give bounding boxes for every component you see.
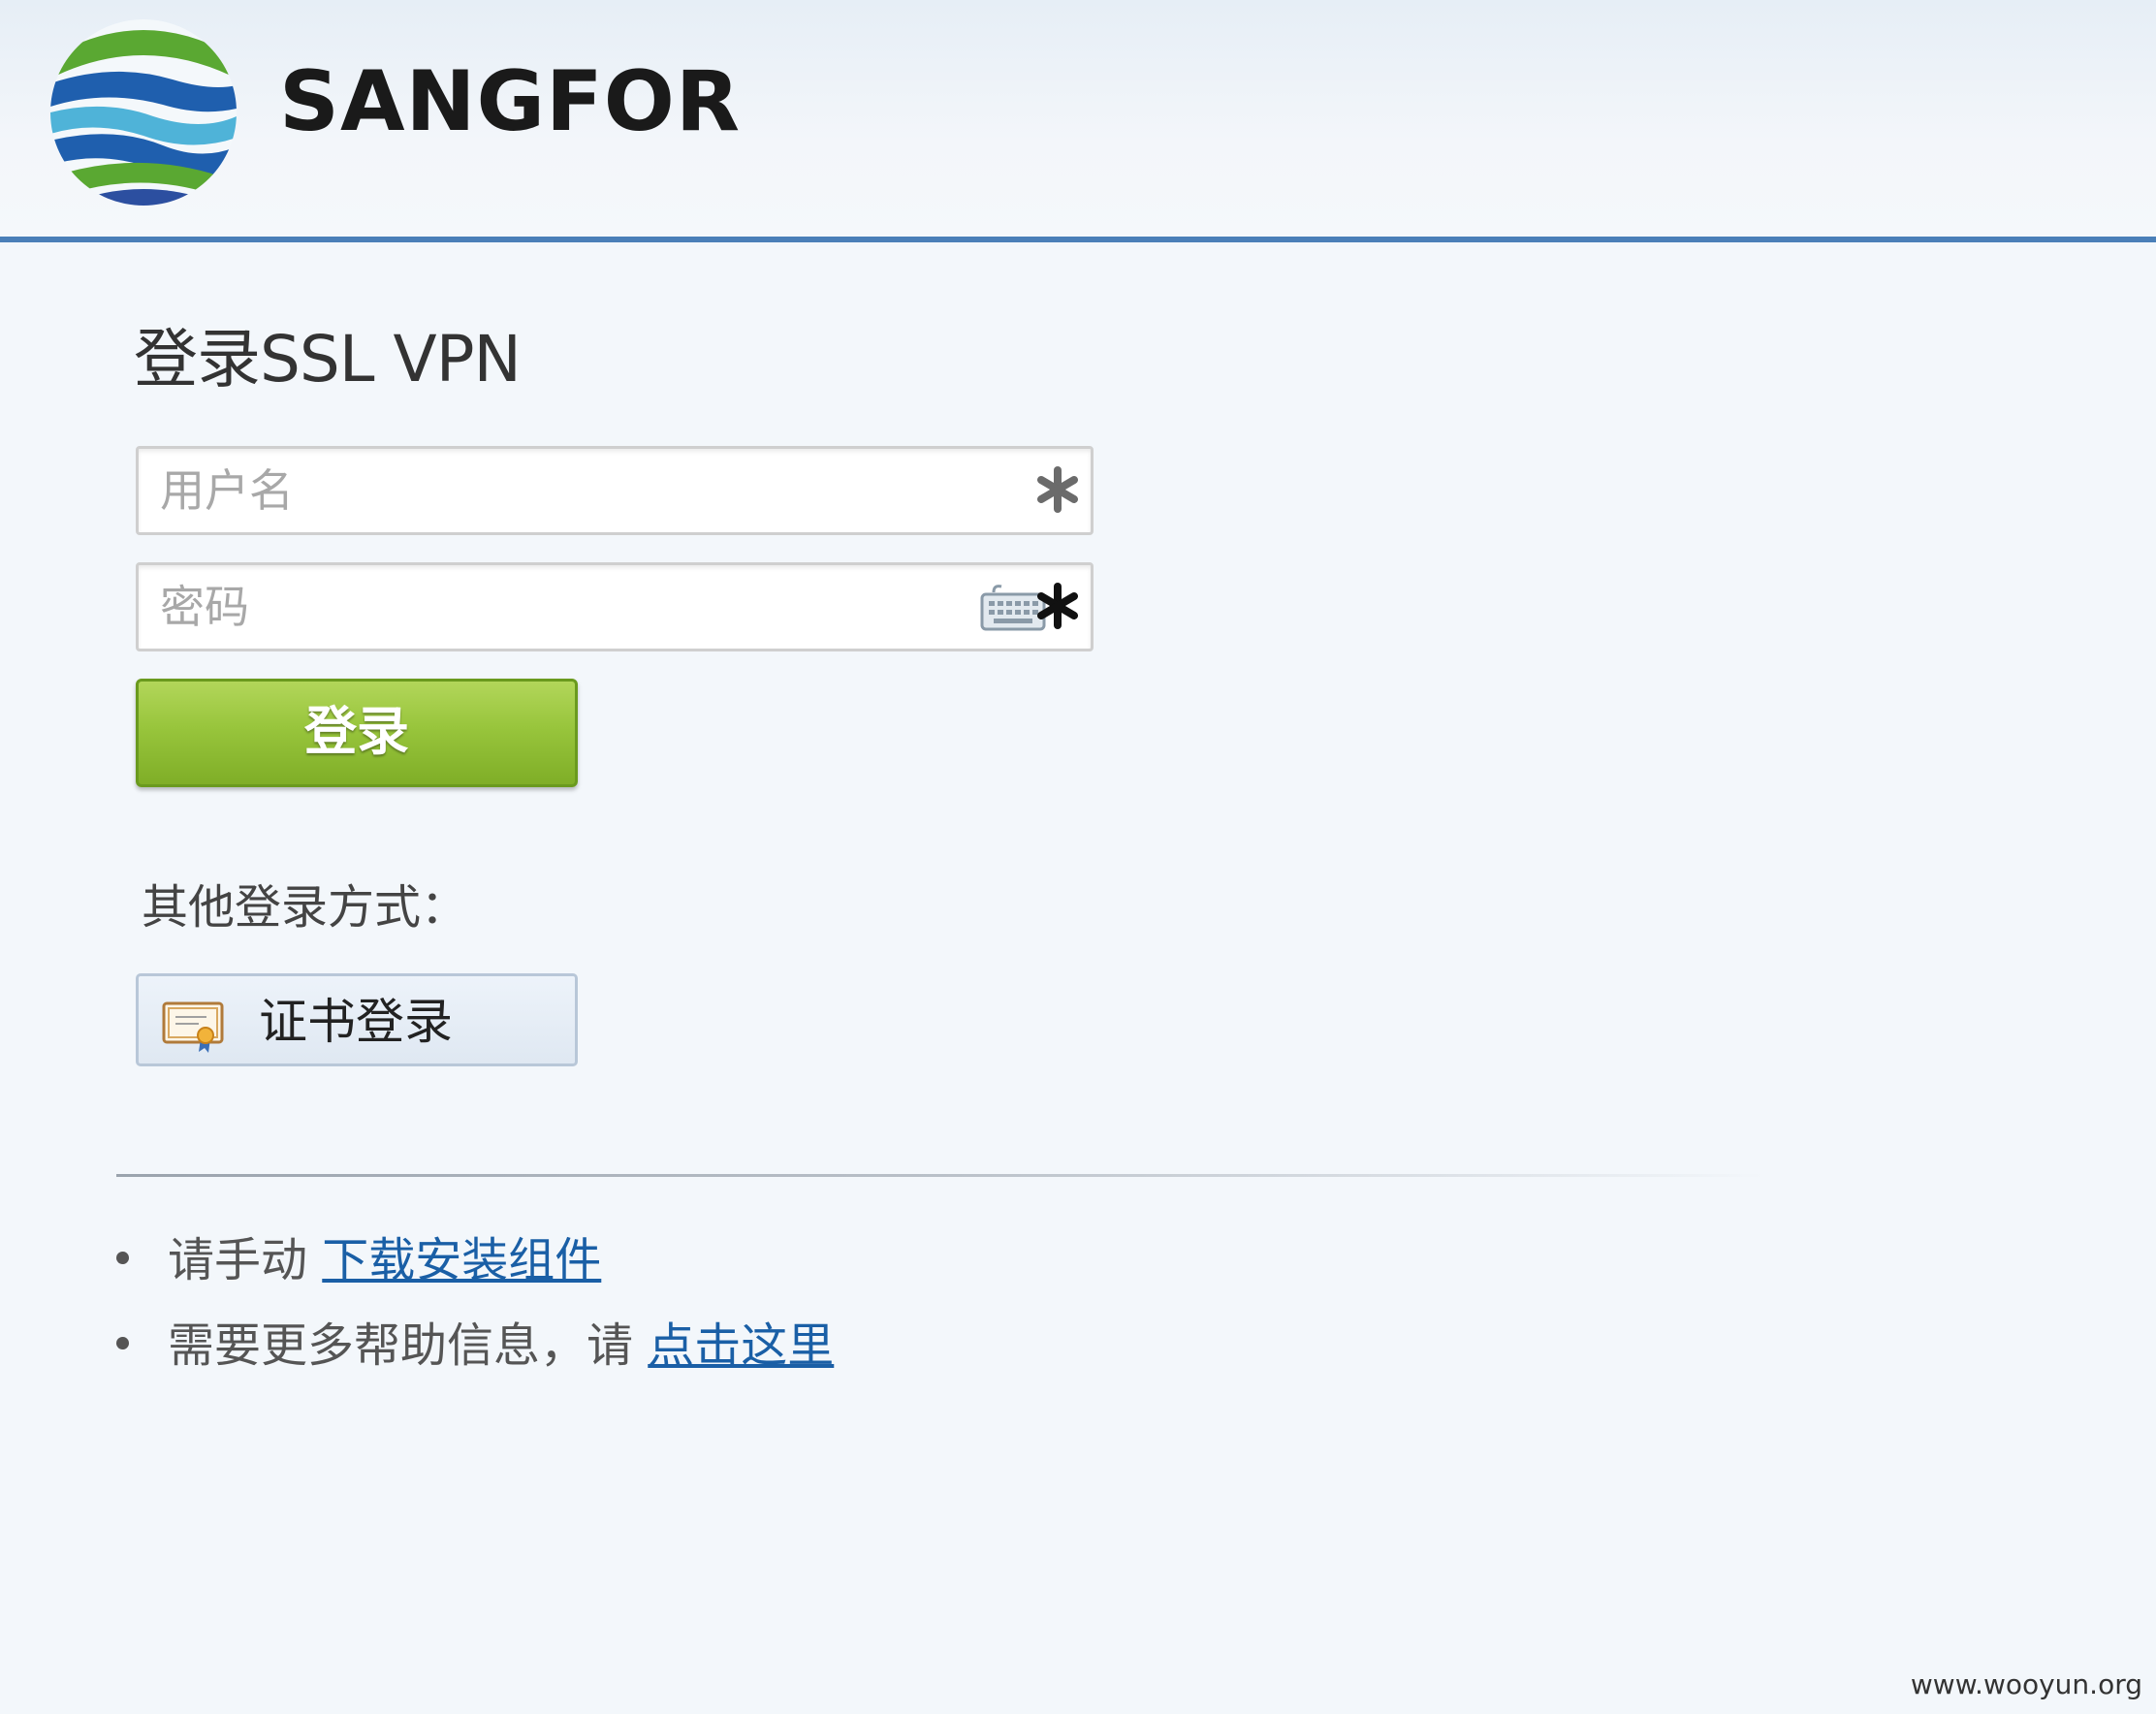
page-title: 登录SSL VPN (134, 322, 522, 397)
help-item-more-info: 需要更多帮助信息，请 点击这里 (116, 1322, 834, 1369)
bullet-icon (116, 1251, 129, 1264)
certificate-login-button[interactable]: 证书登录 (136, 973, 578, 1066)
help-text: 需要更多帮助信息，请 (168, 1318, 649, 1373)
certificate-login-label: 证书登录 (259, 994, 453, 1050)
password-input[interactable] (160, 565, 984, 649)
bullet-icon (116, 1336, 129, 1349)
other-login-methods-label: 其他登录方式： (142, 880, 468, 935)
asterisk-icon (1037, 583, 1078, 629)
divider (116, 1174, 1764, 1177)
help-item-download: 请手动 下载安装组件 (116, 1237, 601, 1284)
watermark: www.wooyun.org (1910, 1668, 2142, 1700)
brand-name: SANGFOR (279, 53, 742, 150)
username-input[interactable] (160, 449, 984, 532)
certificate-icon (162, 1001, 224, 1053)
header: SANGFOR (0, 0, 2156, 242)
username-field[interactable] (136, 446, 1094, 535)
download-components-link[interactable]: 下载安装组件 (322, 1233, 601, 1287)
password-field[interactable] (136, 562, 1094, 651)
asterisk-icon (1037, 466, 1078, 513)
click-here-link[interactable]: 点击这里 (648, 1318, 834, 1373)
sangfor-logo-icon (50, 19, 237, 206)
help-text: 请手动 (168, 1233, 323, 1287)
login-button[interactable]: 登录 (136, 679, 578, 787)
